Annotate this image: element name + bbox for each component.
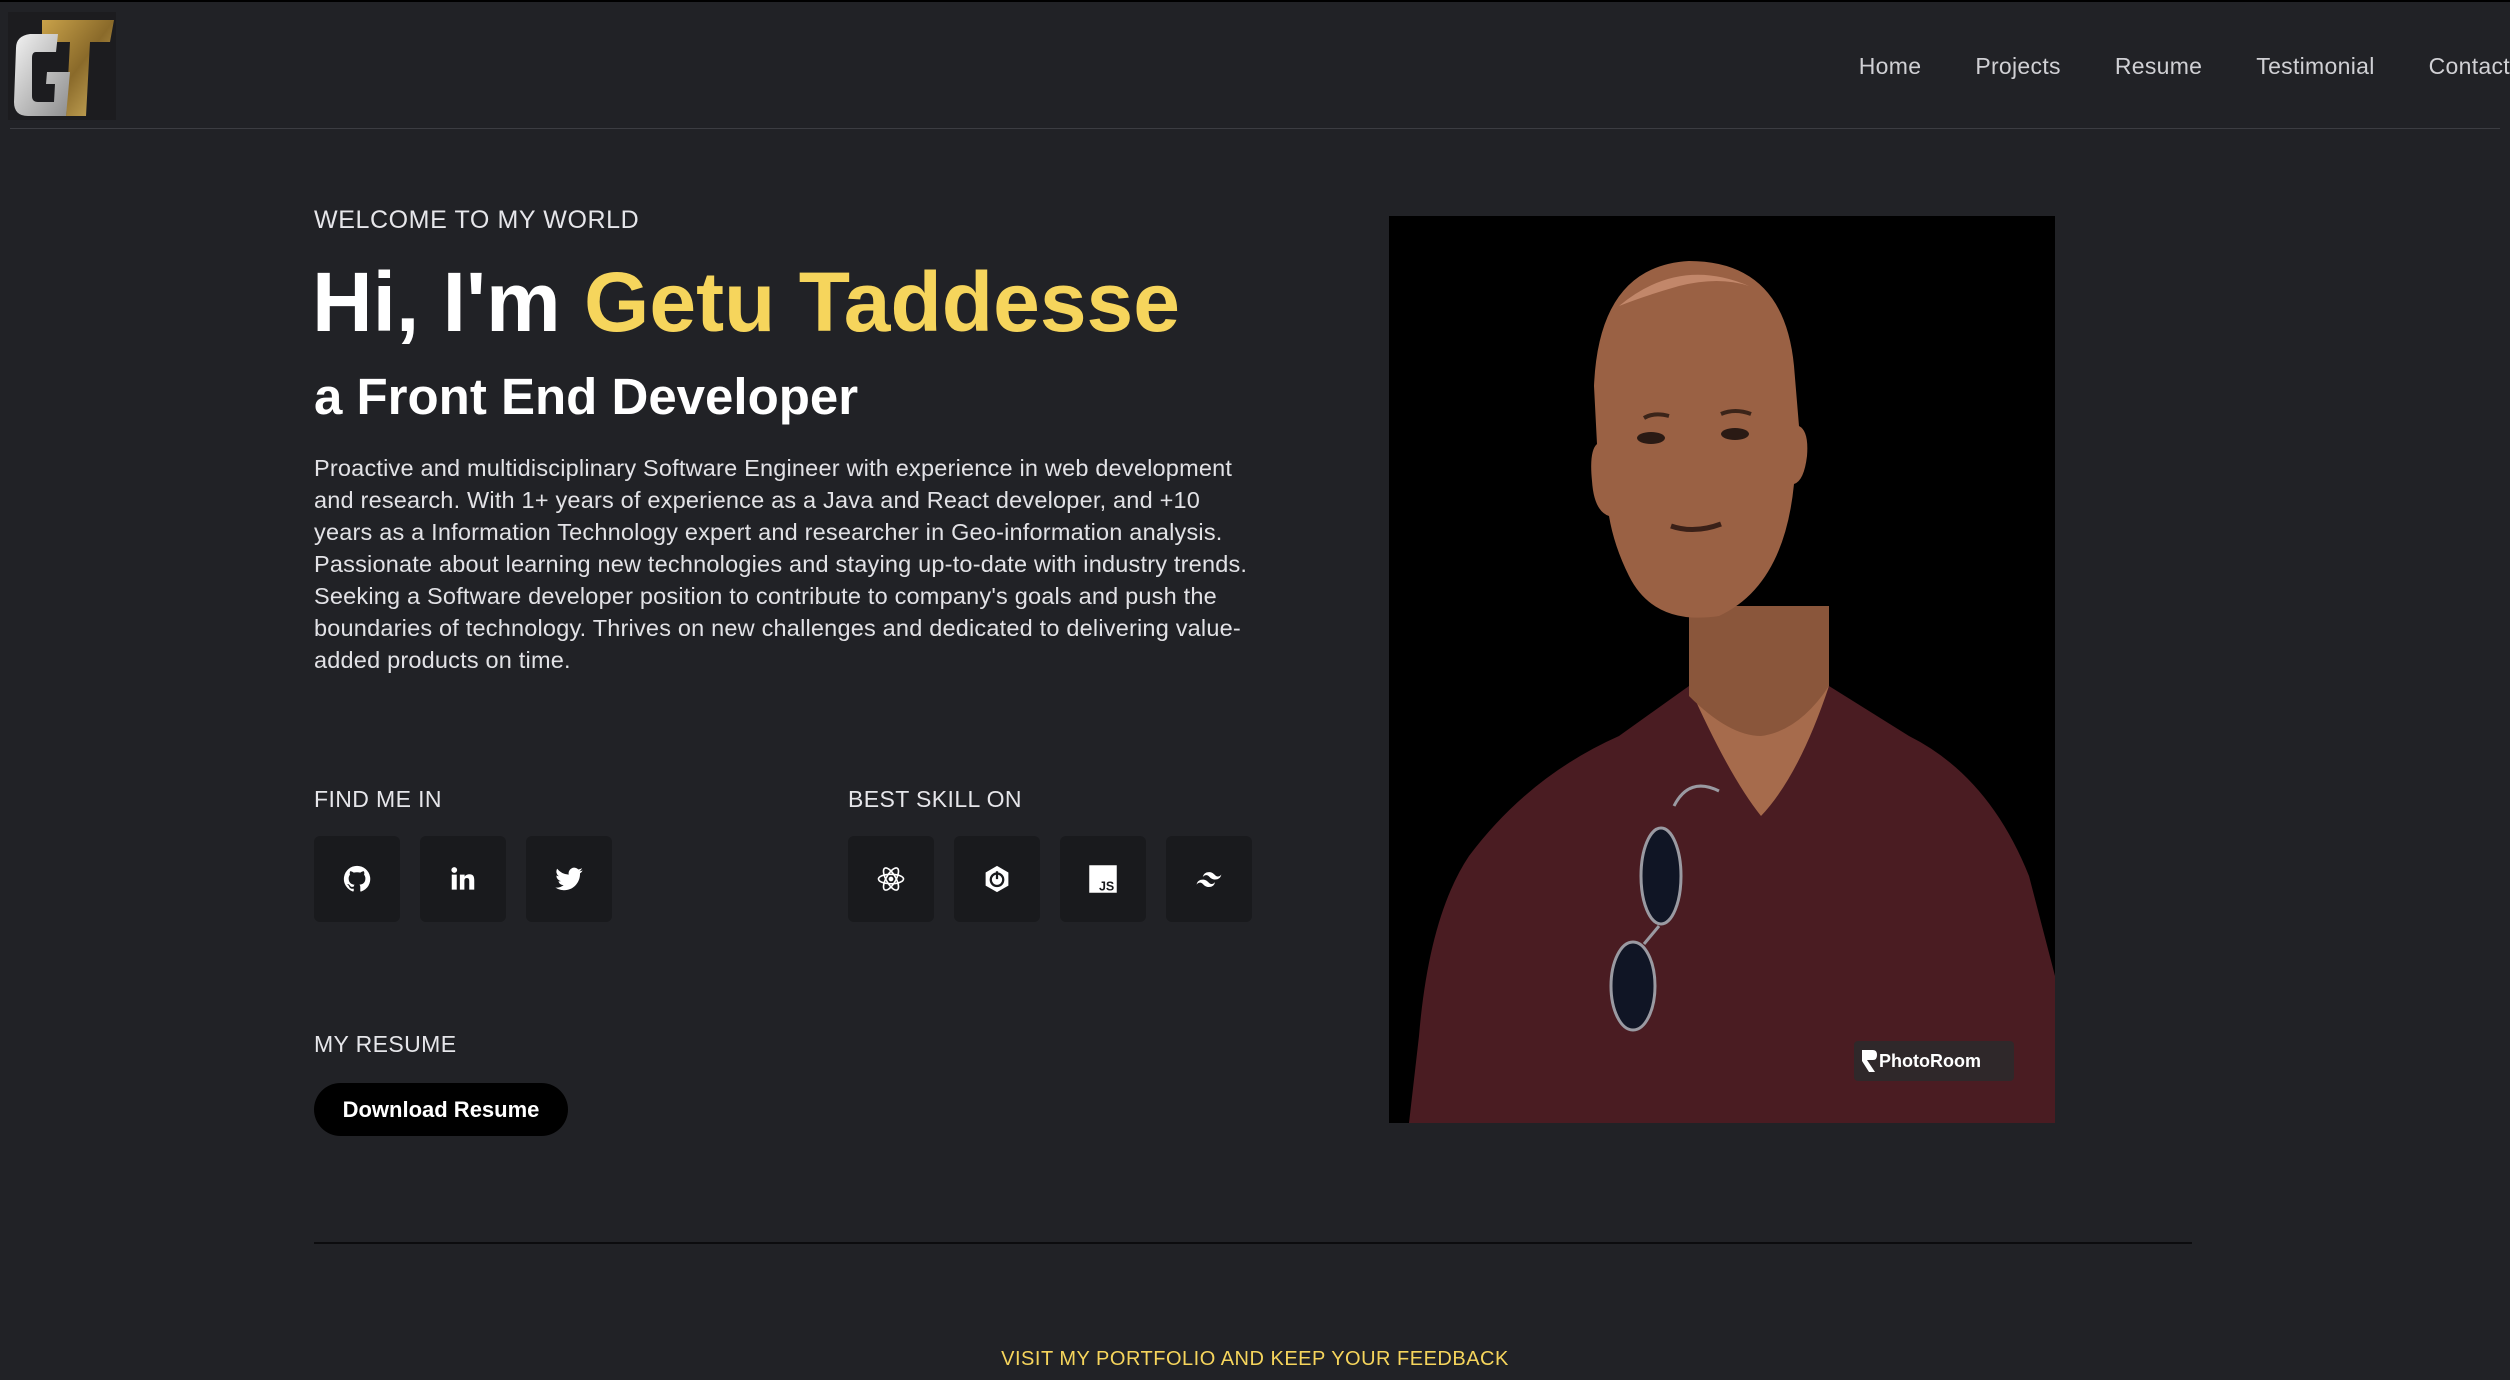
tailwind-icon	[1196, 872, 1222, 887]
nav-projects[interactable]: Projects	[1975, 53, 2060, 80]
github-link[interactable]	[314, 836, 400, 922]
hero-role: a Front End Developer	[314, 368, 859, 425]
linkedin-link[interactable]	[420, 836, 506, 922]
social-links	[314, 836, 632, 922]
twitter-link[interactable]	[526, 836, 612, 922]
nav-contact[interactable]: Contact	[2429, 53, 2510, 80]
hero-name: Getu Taddesse	[584, 255, 1180, 349]
top-border	[0, 0, 2510, 2]
profile-photo: PhotoRoom	[1389, 216, 2055, 1123]
welcome-text: WELCOME TO MY WORLD	[314, 206, 640, 234]
linkedin-icon	[451, 867, 475, 890]
javascript-skill: JS	[1060, 836, 1146, 922]
greeting-text: Hi, I'm	[312, 255, 585, 349]
spring-boot-skill	[954, 836, 1040, 922]
nav-resume[interactable]: Resume	[2115, 53, 2202, 80]
logo-mark-icon	[8, 12, 116, 120]
skills-label: BEST SKILL ON	[848, 786, 1022, 812]
tailwind-skill	[1166, 836, 1252, 922]
header-divider	[10, 128, 2500, 129]
github-icon	[343, 865, 371, 892]
section-divider	[314, 1242, 2192, 1244]
download-resume-button[interactable]: Download Resume	[314, 1083, 568, 1136]
skill-icons: JS	[848, 836, 1272, 922]
nav-home[interactable]: Home	[1859, 53, 1922, 80]
photoroom-watermark: PhotoRoom	[1879, 1051, 1981, 1071]
resume-label: MY RESUME	[314, 1031, 457, 1057]
bio-paragraph: Proactive and multidisciplinary Software…	[314, 455, 1248, 673]
js-label: JS	[1099, 879, 1114, 893]
twitter-icon	[555, 867, 583, 891]
react-skill	[848, 836, 934, 922]
main-nav: Home Projects Resume Testimonial Contact	[1805, 48, 2510, 84]
nav-testimonial[interactable]: Testimonial	[2256, 53, 2374, 80]
react-icon	[877, 867, 905, 891]
javascript-icon: JS	[1089, 865, 1117, 893]
spring-boot-icon	[985, 865, 1009, 893]
site-logo[interactable]	[8, 12, 116, 120]
portfolio-feedback-note: VISIT MY PORTFOLIO AND KEEP YOUR FEEDBAC…	[1001, 1348, 1509, 1370]
find-me-label: FIND ME IN	[314, 786, 442, 812]
hero-title: Hi, I'm Getu Taddesse	[312, 254, 1180, 351]
